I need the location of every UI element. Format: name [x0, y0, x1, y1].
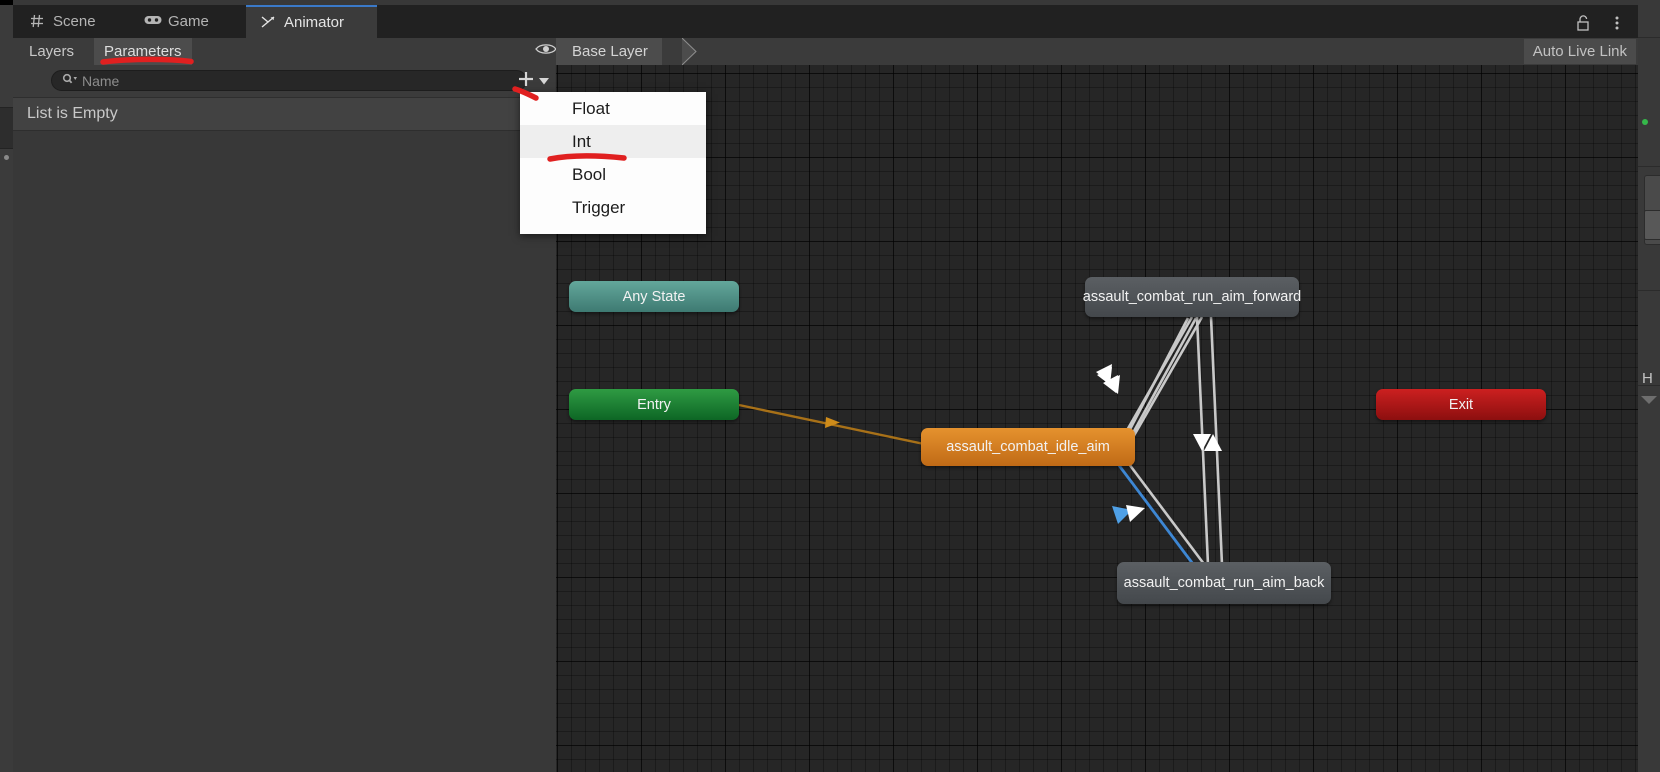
right-sliver-divider: [1638, 290, 1660, 291]
parameters-empty-label: List is Empty: [27, 105, 118, 122]
parameters-list-body[interactable]: [13, 132, 555, 772]
transition-pair-runforward-runback[interactable]: [1193, 316, 1224, 566]
breadcrumb-base-layer-label: Base Layer: [572, 43, 648, 60]
tab-scene[interactable]: Scene: [15, 5, 125, 38]
state-node-run-aim-forward-label: assault_combat_run_aim_forward: [1082, 289, 1302, 305]
add-parameter-dropdown-menu[interactable]: Float Int Bool Trigger: [520, 92, 706, 234]
parameters-panel: Name List is Empty: [13, 65, 555, 772]
animator-window-root: Scene Game Animator Layers Parameters Ba…: [0, 0, 1660, 772]
state-node-assault-combat-run-aim-back[interactable]: assault_combat_run_aim_back: [1117, 562, 1331, 604]
tab-bar-actions: [1574, 10, 1626, 36]
menu-item-trigger-label: Trigger: [572, 197, 626, 217]
right-sliver-letter: H: [1642, 370, 1653, 387]
state-node-assault-combat-run-aim-forward[interactable]: assault_combat_run_aim_forward: [1082, 277, 1302, 317]
state-node-idle-aim-label: assault_combat_idle_aim: [946, 439, 1110, 455]
breadcrumb-chevron-icon: [682, 38, 704, 65]
animator-sub-toolbar: Layers Parameters Base Layer Auto Live L…: [13, 38, 1638, 65]
right-sliver-field[interactable]: [1644, 210, 1660, 240]
tab-animator-label: Animator: [284, 14, 345, 31]
state-node-entry[interactable]: Entry: [569, 389, 739, 420]
gamepad-icon: [144, 13, 162, 30]
tab-game-label: Game: [168, 13, 209, 30]
right-sliver-divider: [1638, 166, 1660, 167]
animator-branch-icon: [260, 14, 277, 31]
animator-editor-window: Scene Game Animator Layers Parameters Ba…: [13, 0, 1638, 772]
layer-breadcrumb-strip: Base Layer: [556, 38, 1418, 65]
right-sliver-foldout-triangle-icon: [1641, 396, 1657, 404]
grid-icon: [29, 13, 46, 30]
editor-tab-bar: Scene Game Animator: [13, 5, 1638, 38]
breadcrumb-base-layer[interactable]: Base Layer: [556, 38, 662, 65]
add-parameter-button[interactable]: [511, 68, 555, 94]
kebab-menu-icon[interactable]: [1608, 13, 1626, 33]
right-sliver-divider: [1638, 37, 1660, 38]
auto-live-link-label: Auto Live Link: [1532, 43, 1627, 60]
right-sliver-status-dot-icon: [1642, 119, 1648, 125]
tab-game[interactable]: Game: [130, 5, 243, 38]
state-node-run-aim-back-label: assault_combat_run_aim_back: [1123, 575, 1325, 591]
eye-icon: [535, 42, 557, 61]
left-sliver-dot-icon: [4, 155, 9, 160]
parameters-empty-row: List is Empty: [13, 97, 555, 131]
left-sliver-notch: [0, 107, 13, 149]
menu-item-bool[interactable]: Bool: [520, 158, 706, 191]
menu-item-bool-label: Bool: [572, 164, 607, 184]
search-input-placeholder: Name: [82, 72, 120, 89]
panel-tab-layers[interactable]: Layers: [19, 38, 84, 65]
search-input[interactable]: Name: [51, 70, 527, 91]
animator-state-graph[interactable]: Any State Entry Exit assault_combat_idle…: [556, 65, 1638, 772]
left-edge-panel-sliver: [0, 0, 13, 772]
panel-tab-layers-label: Layers: [29, 43, 75, 60]
menu-item-float[interactable]: Float: [520, 92, 706, 125]
right-edge-panel-sliver: H: [1638, 0, 1660, 772]
tab-animator[interactable]: Animator: [246, 5, 377, 38]
menu-item-float-label: Float: [572, 98, 610, 118]
state-node-any-state-label: Any State: [622, 288, 686, 305]
plus-icon: [517, 70, 535, 93]
tab-scene-label: Scene: [53, 13, 96, 30]
lock-icon[interactable]: [1574, 13, 1592, 33]
panel-tab-parameters[interactable]: Parameters: [94, 38, 192, 65]
transition-entry-to-idle[interactable]: [738, 403, 925, 446]
parameters-search-row: Name: [13, 65, 555, 97]
panel-tab-parameters-label: Parameters: [104, 43, 182, 60]
state-node-assault-combat-idle-aim[interactable]: assault_combat_idle_aim: [921, 428, 1135, 466]
search-icon: [62, 72, 78, 90]
menu-item-trigger[interactable]: Trigger: [520, 191, 706, 224]
state-node-any-state[interactable]: Any State: [569, 281, 739, 312]
state-node-exit[interactable]: Exit: [1376, 389, 1546, 420]
chevron-down-icon: [539, 72, 549, 90]
menu-item-int[interactable]: Int: [520, 125, 706, 158]
menu-item-int-label: Int: [572, 131, 591, 151]
auto-live-link-button[interactable]: Auto Live Link: [1523, 39, 1636, 64]
state-node-entry-label: Entry: [637, 396, 671, 413]
state-node-exit-label: Exit: [1448, 396, 1474, 413]
